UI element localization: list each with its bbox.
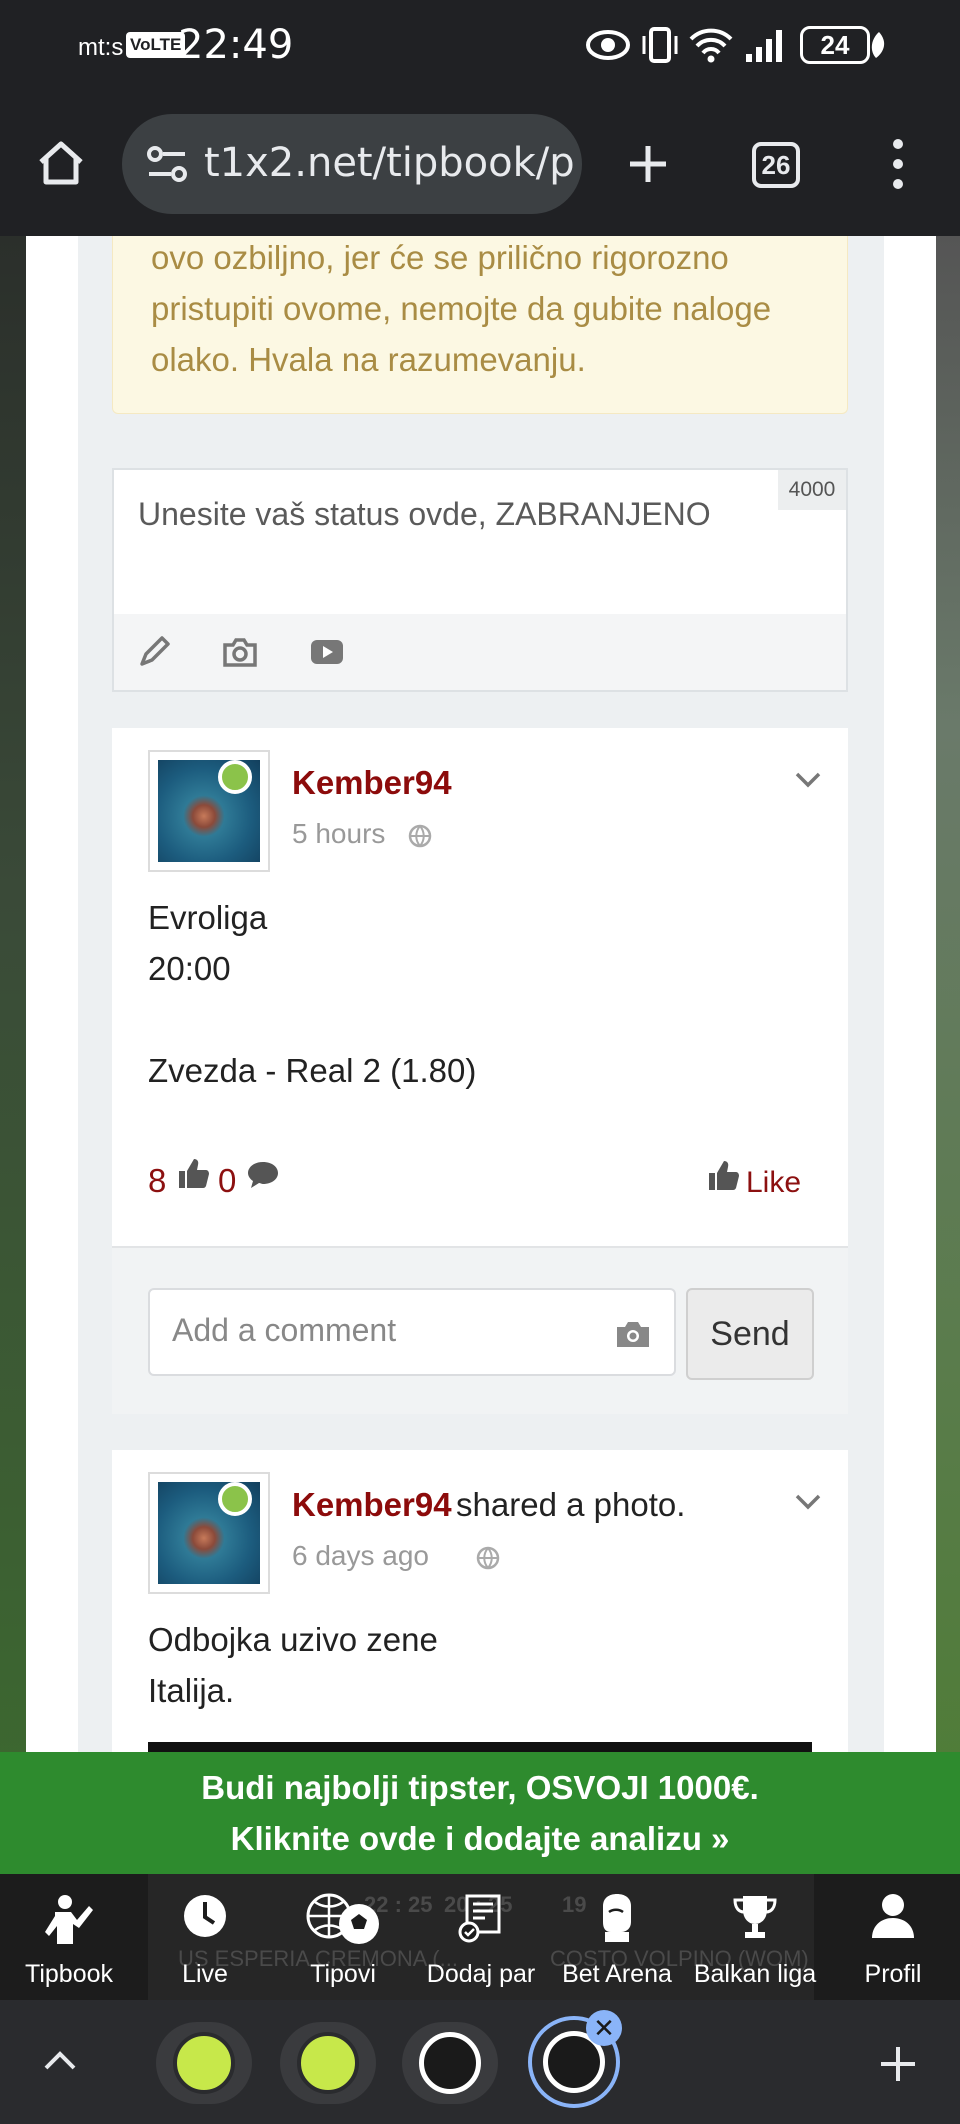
video-icon[interactable] bbox=[310, 638, 344, 666]
tray-app-slot[interactable] bbox=[156, 2022, 252, 2104]
battery-indicator: 24 bbox=[800, 26, 870, 64]
comment-icon[interactable] bbox=[246, 1160, 280, 1190]
nav-live[interactable]: Live bbox=[136, 1874, 274, 2000]
signal-icon bbox=[746, 30, 782, 62]
carrier-label: mt:s bbox=[78, 34, 124, 61]
comment-area: Add a comment Send bbox=[112, 1248, 848, 1414]
tab-switcher-button[interactable]: 26 bbox=[752, 142, 800, 188]
tray-app-slot[interactable] bbox=[280, 2022, 376, 2104]
post-line: 20:00 bbox=[148, 950, 231, 987]
globe-icon bbox=[408, 824, 432, 848]
post-username[interactable]: Kember94 bbox=[292, 764, 452, 802]
like-count[interactable]: 8 bbox=[148, 1162, 166, 1200]
char-counter: 4000 bbox=[778, 470, 846, 510]
online-status-dot bbox=[218, 1482, 252, 1516]
shared-photo[interactable] bbox=[148, 1742, 812, 1752]
post-time[interactable]: 5 hours bbox=[292, 818, 385, 850]
nav-label: Profil bbox=[864, 1960, 922, 1988]
url-text[interactable]: t1x2.net/tipbook/p bbox=[204, 140, 574, 186]
tray-app-slot[interactable] bbox=[402, 2022, 498, 2104]
post-card: Kember94 5 hours Evroliga 20:00 Zvezda -… bbox=[112, 728, 848, 1246]
status-placeholder: Unesite vaš status ovde, ZABRANJENO bbox=[138, 496, 711, 532]
status-bar: mt:s VoLTE 22:49 24 bbox=[0, 0, 960, 96]
new-tab-icon[interactable] bbox=[626, 142, 670, 186]
system-tray: ✕ bbox=[0, 2000, 960, 2124]
post-username[interactable]: Kember94 bbox=[292, 1486, 452, 1523]
balls-icon bbox=[306, 1893, 379, 1944]
close-icon[interactable]: ✕ bbox=[586, 2010, 622, 2046]
vibrate-icon bbox=[642, 27, 678, 63]
promo-banner[interactable]: Budi najbolji tipster, OSVOJI 1000€. Kli… bbox=[0, 1752, 960, 1874]
like-button[interactable]: Like bbox=[746, 1166, 801, 1200]
comment-camera-icon[interactable] bbox=[614, 1318, 652, 1350]
globe-icon bbox=[476, 1546, 500, 1570]
nav-label: Tipbook bbox=[24, 1960, 113, 1988]
post-line: Zvezda - Real 2 (1.80) bbox=[148, 1052, 477, 1089]
avatar[interactable] bbox=[148, 1472, 270, 1594]
camera-icon[interactable] bbox=[222, 636, 258, 668]
user-icon bbox=[872, 1894, 914, 1938]
chevron-down-icon[interactable] bbox=[794, 770, 822, 790]
browser-toolbar: t1x2.net/tipbook/p 26 bbox=[0, 96, 960, 236]
clock: 22:49 bbox=[178, 22, 294, 68]
wifi-icon bbox=[689, 28, 733, 63]
nav-profil[interactable]: Profil bbox=[824, 1874, 960, 2000]
post-body: Evroliga 20:00 Zvezda - Real 2 (1.80) bbox=[148, 892, 476, 1096]
nav-label: Dodaj par bbox=[426, 1960, 536, 1988]
promo-line-1: Budi najbolji tipster, OSVOJI 1000€. bbox=[201, 1769, 759, 1806]
nav-dodaj-par[interactable]: Dodaj par bbox=[412, 1874, 550, 2000]
clock-icon bbox=[184, 1895, 226, 1937]
post-body: Odbojka uzivo zene Italija. bbox=[148, 1614, 438, 1716]
app-icon bbox=[297, 2032, 359, 2094]
status-composer: Unesite vaš status ovde, ZABRANJENO 4000 bbox=[112, 468, 848, 692]
post-time[interactable]: 6 days ago bbox=[292, 1540, 429, 1572]
nav-label: Bet Arena bbox=[562, 1960, 672, 1988]
ticket-icon bbox=[458, 1894, 501, 1943]
nav-label: Balkan liga bbox=[693, 1960, 817, 1988]
home-icon[interactable] bbox=[36, 138, 86, 188]
online-status-dot bbox=[218, 760, 252, 794]
warning-alert: ovo ozbiljno, jer će se prilično rigoroz… bbox=[112, 236, 848, 414]
avatar[interactable] bbox=[148, 750, 270, 872]
chevron-up-icon[interactable] bbox=[42, 2048, 78, 2072]
post-header: Kember94 shared a photo. bbox=[292, 1486, 685, 1524]
post-line: Evroliga bbox=[148, 899, 268, 936]
nav-bet-arena[interactable]: Bet Arena bbox=[548, 1874, 686, 2000]
comment-count[interactable]: 0 bbox=[218, 1162, 236, 1200]
nav-tipovi[interactable]: Tipovi bbox=[274, 1874, 412, 2000]
chevron-down-icon[interactable] bbox=[794, 1492, 822, 1512]
more-menu-icon[interactable] bbox=[888, 136, 908, 192]
comment-placeholder: Add a comment bbox=[172, 1312, 397, 1348]
t1x2-app-icon bbox=[419, 2032, 481, 2094]
post-action: shared a photo. bbox=[456, 1486, 686, 1523]
eye-icon bbox=[586, 30, 630, 60]
tipster-icon bbox=[45, 1895, 93, 1944]
add-icon[interactable] bbox=[878, 2044, 918, 2084]
volte-badge: VoLTE bbox=[126, 32, 186, 58]
promo-line-2: Kliknite ovde i dodajte analizu » bbox=[230, 1820, 730, 1857]
glove-icon bbox=[603, 1894, 631, 1942]
like-button-icon[interactable] bbox=[706, 1158, 740, 1192]
stadium-background-left bbox=[0, 236, 26, 1876]
stadium-background-right bbox=[936, 236, 960, 1876]
status-textarea[interactable]: Unesite vaš status ovde, ZABRANJENO 4000 bbox=[114, 470, 846, 614]
url-bar[interactable]: t1x2.net/tipbook/p bbox=[122, 114, 582, 214]
post-card: Kember94 shared a photo. 6 days ago Odbo… bbox=[112, 1450, 848, 1752]
nav-label: Tipovi bbox=[310, 1960, 376, 1988]
warning-text: ovo ozbiljno, jer će se prilično rigoroz… bbox=[151, 239, 772, 378]
thumbs-up-icon[interactable] bbox=[176, 1156, 210, 1190]
leaf-icon bbox=[871, 32, 885, 58]
nav-balkan-liga[interactable]: Balkan liga bbox=[686, 1874, 824, 2000]
trophy-icon bbox=[733, 1896, 777, 1938]
send-button[interactable]: Send bbox=[686, 1288, 814, 1380]
app-icon bbox=[173, 2032, 235, 2094]
nav-tipbook[interactable]: Tipbook bbox=[0, 1874, 138, 2000]
comment-input[interactable]: Add a comment bbox=[148, 1288, 676, 1376]
post-line: Odbojka uzivo zene bbox=[148, 1621, 438, 1658]
post-line: Italija. bbox=[148, 1672, 235, 1709]
nav-label: Live bbox=[182, 1960, 228, 1988]
site-settings-icon[interactable] bbox=[146, 144, 188, 184]
pencil-icon[interactable] bbox=[136, 634, 172, 670]
